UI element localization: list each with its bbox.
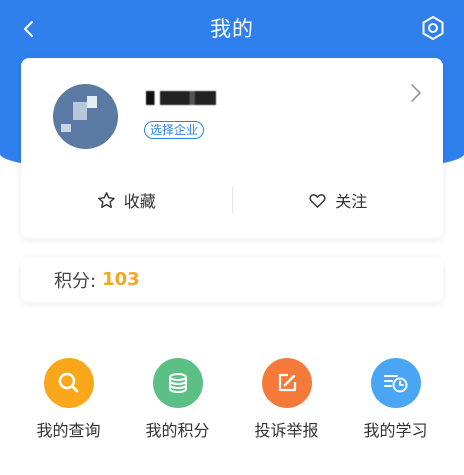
top-bar: 我的 xyxy=(0,0,464,56)
avatar[interactable] xyxy=(53,84,118,149)
profile-actions: 收藏 关注 xyxy=(21,178,443,222)
settings-button[interactable] xyxy=(418,13,448,43)
search-icon xyxy=(43,358,94,408)
points-card[interactable]: 积分: 103 xyxy=(21,257,443,302)
grid-item-my-queries[interactable]: 我的查询 xyxy=(19,358,119,441)
grid-item-my-study[interactable]: 我的学习 xyxy=(346,358,446,441)
chevron-right-icon xyxy=(411,84,421,102)
points-value: 103 xyxy=(102,269,140,290)
favorites-label: 收藏 xyxy=(123,192,156,211)
grid-label: 我的积分 xyxy=(145,421,210,440)
star-icon xyxy=(97,191,115,208)
select-company-button[interactable]: 选择企业 xyxy=(144,121,205,139)
hexagon-settings-icon xyxy=(422,16,444,40)
chevron-left-icon xyxy=(24,21,33,37)
feature-grid: 我的查询 我的积分 投诉举报 我的学习 xyxy=(0,358,464,441)
profile-card: 选择企业 收藏 关注 xyxy=(21,58,443,238)
follow-button[interactable]: 关注 xyxy=(233,188,444,212)
grid-label: 我的查询 xyxy=(36,421,101,440)
grid-item-complaints[interactable]: 投诉举报 xyxy=(237,358,337,441)
coin-stack-icon xyxy=(152,358,203,408)
points-label: 积分: xyxy=(54,270,97,292)
heart-icon xyxy=(309,193,326,208)
page-title: 我的 xyxy=(210,17,254,41)
back-button[interactable] xyxy=(14,14,44,44)
grid-item-my-points[interactable]: 我的积分 xyxy=(128,358,228,441)
grid-label: 我的学习 xyxy=(363,421,428,440)
grid-label: 投诉举报 xyxy=(254,421,319,440)
favorites-button[interactable]: 收藏 xyxy=(21,188,232,212)
user-name-redacted xyxy=(146,91,216,105)
edit-icon xyxy=(261,358,312,408)
follow-label: 关注 xyxy=(335,192,368,211)
profile-detail-arrow[interactable] xyxy=(409,82,423,104)
study-clock-icon xyxy=(370,358,421,408)
